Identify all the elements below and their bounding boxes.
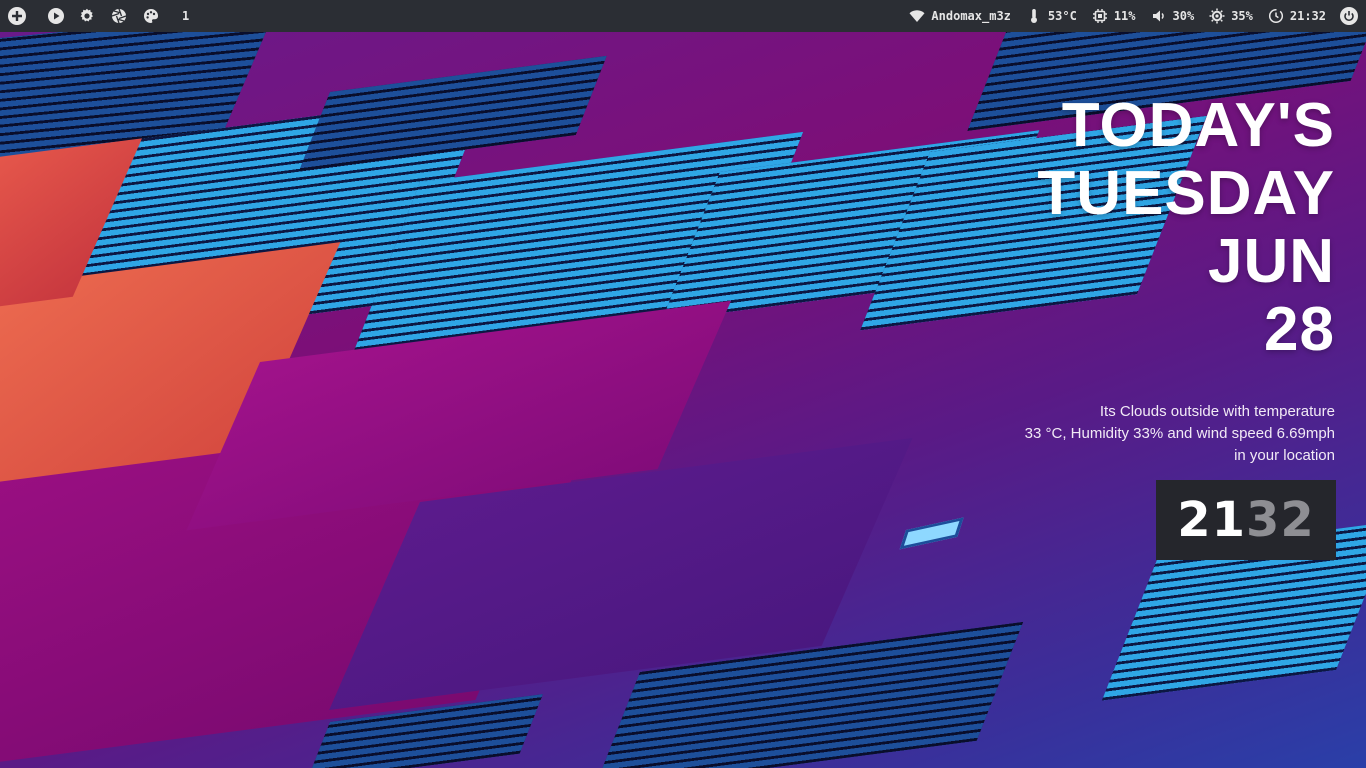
headline-line-month: JUN (1207, 227, 1335, 296)
temperature-indicator[interactable]: 53°C (1025, 7, 1077, 25)
weather-line: in your location (1234, 447, 1335, 464)
cpu-icon (1091, 7, 1109, 25)
temperature-label: 53°C (1047, 9, 1077, 23)
volume-label: 30% (1172, 9, 1195, 23)
workspace-indicator[interactable]: 1 (182, 9, 189, 23)
aperture-icon[interactable] (110, 7, 128, 25)
thermometer-icon (1025, 7, 1043, 25)
gear-icon[interactable] (78, 7, 96, 25)
cpu-label: 11% (1113, 9, 1136, 23)
weather-summary: Its Clouds outside with temperature 33 °… (915, 401, 1335, 467)
wifi-icon (908, 7, 926, 25)
network-indicator[interactable]: Andomax_m3z (908, 7, 1011, 25)
top-panel: 1 Andomax_m3z 53°C 11% 30% 35% 21:32 (0, 0, 1366, 32)
clock-hours: 21 (1177, 492, 1246, 548)
brightness-icon (1208, 7, 1226, 25)
clock-label: 21:32 (1289, 9, 1326, 23)
power-icon[interactable] (1340, 7, 1358, 25)
clock-indicator[interactable]: 21:32 (1267, 7, 1326, 25)
volume-indicator[interactable]: 30% (1150, 7, 1195, 25)
add-icon[interactable] (8, 7, 26, 25)
headline-line-today: TODAY'S (1061, 91, 1335, 160)
brightness-label: 35% (1231, 9, 1253, 23)
wallpaper-light-panel (899, 517, 964, 550)
cpu-indicator[interactable]: 11% (1091, 7, 1136, 25)
clock-icon (1267, 7, 1285, 25)
play-icon[interactable] (48, 8, 64, 24)
palette-icon[interactable] (142, 7, 160, 25)
desktop-clock: 21 32 (1156, 480, 1336, 560)
headline-line-day: 28 (1264, 295, 1335, 364)
headline-line-weekday: TUESDAY (1037, 159, 1335, 228)
weather-line: 33 °C, Humidity 33% and wind speed 6.69m… (1024, 425, 1335, 442)
weather-line: Its Clouds outside with temperature (1099, 403, 1335, 420)
brightness-indicator[interactable]: 35% (1208, 7, 1253, 25)
volume-icon (1150, 7, 1168, 25)
top-panel-right: Andomax_m3z 53°C 11% 30% 35% 21:32 (894, 0, 1366, 32)
date-headline: TODAY'S TUESDAY JUN 28 (1037, 92, 1335, 364)
network-label: Andomax_m3z (931, 9, 1011, 23)
top-panel-left: 1 (0, 0, 189, 32)
clock-minutes: 32 (1246, 492, 1315, 548)
